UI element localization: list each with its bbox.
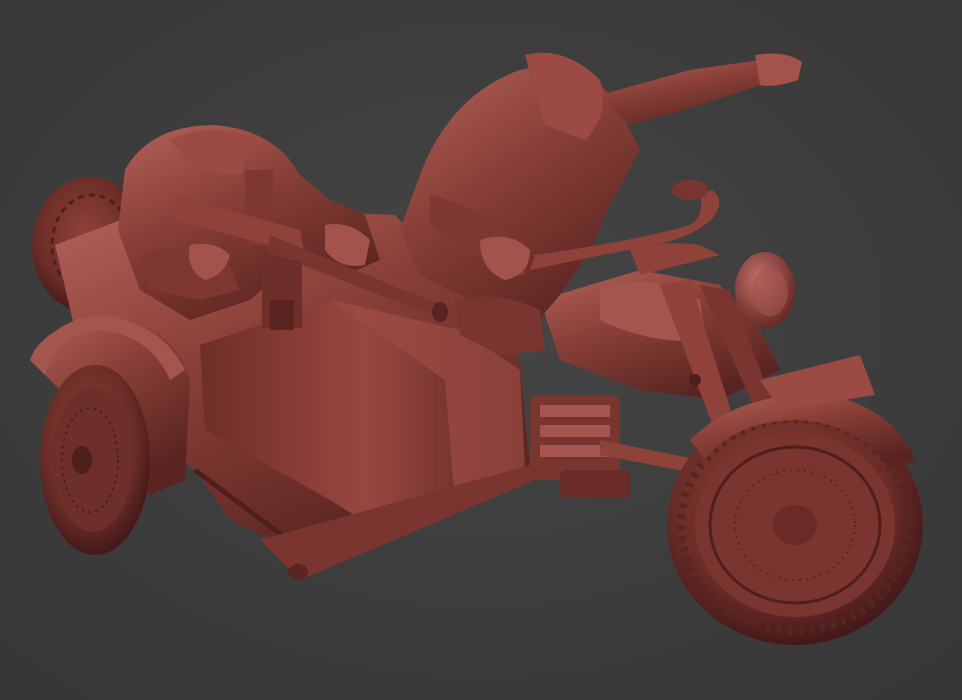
viewport (0, 0, 962, 700)
render-scene (0, 0, 962, 700)
headlamp (735, 252, 795, 328)
